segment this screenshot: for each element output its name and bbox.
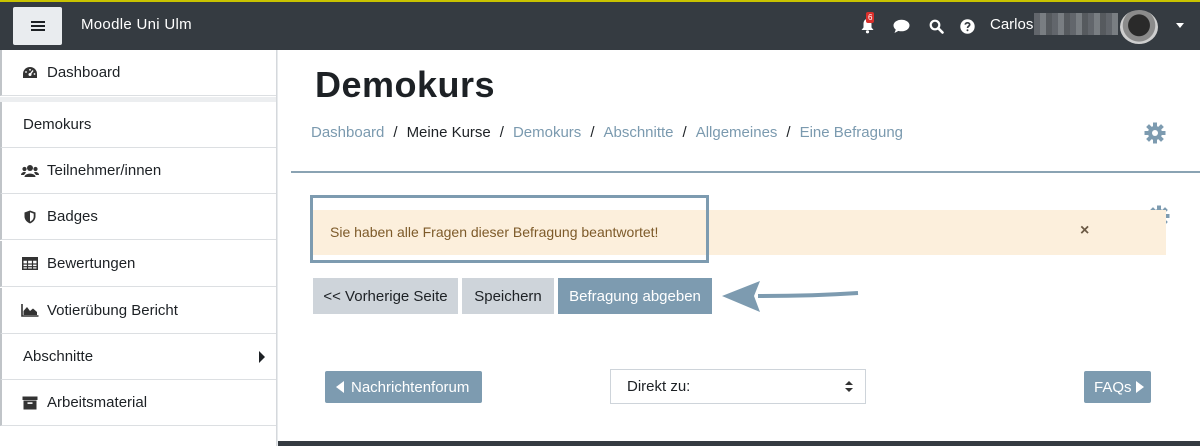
top-navbar: Moodle Uni Ulm 6 Carlos bbox=[0, 0, 1200, 50]
save-button[interactable]: Speichern bbox=[462, 278, 554, 314]
sidebar: Dashboard Demokurs Teilnehmer/innen Badg… bbox=[0, 50, 277, 446]
breadcrumb-separator: / bbox=[786, 124, 791, 141]
annotation-highlight-box bbox=[310, 195, 709, 263]
breadcrumb-separator: / bbox=[682, 124, 687, 141]
archive-icon bbox=[21, 395, 39, 411]
dashboard-icon bbox=[21, 65, 39, 81]
sidebar-item-label: Badges bbox=[47, 208, 98, 225]
sidebar-item-participants[interactable]: Teilnehmer/innen bbox=[0, 148, 276, 194]
jump-to-select[interactable]: Direkt zu: bbox=[610, 369, 866, 404]
breadcrumb-dashboard[interactable]: Dashboard bbox=[311, 124, 384, 141]
avatar[interactable] bbox=[1120, 10, 1158, 44]
sidebar-item-badges[interactable]: Badges bbox=[0, 194, 276, 240]
select-arrows-icon bbox=[845, 381, 853, 393]
table-icon bbox=[21, 256, 39, 272]
previous-page-button[interactable]: << Vorherige Seite bbox=[313, 278, 458, 314]
sidebar-item-label: Bewertungen bbox=[47, 255, 136, 272]
chevron-right-icon bbox=[1135, 381, 1144, 393]
site-brand[interactable]: Moodle Uni Ulm bbox=[81, 16, 192, 33]
breadcrumb-separator: / bbox=[499, 124, 504, 141]
users-icon bbox=[21, 163, 39, 179]
jump-to-value: Direkt zu: bbox=[627, 378, 691, 395]
sidebar-item-label: Arbeitsmaterial bbox=[47, 394, 148, 411]
breadcrumb-sections[interactable]: Abschnitte bbox=[603, 124, 673, 141]
next-activity-label: FAQs bbox=[1094, 378, 1132, 396]
footer-strip bbox=[278, 441, 1200, 446]
sidebar-item-resources[interactable]: Arbeitsmaterial bbox=[0, 380, 276, 426]
menu-icon bbox=[30, 21, 45, 31]
header-divider bbox=[291, 171, 1200, 173]
main-content: Demokurs Dashboard / Meine Kurse / Demokurs /… bbox=[278, 50, 1200, 446]
search-icon[interactable] bbox=[927, 17, 945, 35]
help-icon[interactable] bbox=[958, 17, 976, 35]
breadcrumb-separator: / bbox=[393, 124, 398, 141]
sidebar-item-label: Abschnitte bbox=[23, 348, 94, 365]
breadcrumb-survey[interactable]: Eine Befragung bbox=[800, 124, 903, 141]
sidebar-item-label: Dashboard bbox=[47, 64, 121, 81]
breadcrumb-general[interactable]: Allgemeines bbox=[696, 124, 778, 141]
breadcrumb-demokurs[interactable]: Demokurs bbox=[513, 124, 581, 141]
submit-survey-button[interactable]: Befragung abgeben bbox=[558, 278, 712, 314]
sidebar-item-dashboard[interactable]: Dashboard bbox=[0, 50, 276, 96]
chevron-right-icon bbox=[259, 351, 265, 363]
chevron-left-icon bbox=[336, 381, 344, 393]
page-title: Demokurs bbox=[315, 64, 496, 105]
next-activity-button[interactable]: FAQs bbox=[1084, 371, 1151, 403]
sidebar-item-label: Teilnehmer/innen bbox=[47, 162, 162, 179]
breadcrumb: Dashboard / Meine Kurse / Demokurs / Abschnitt… bbox=[311, 124, 903, 141]
sidebar-item-sections[interactable]: Abschnitte bbox=[0, 334, 276, 380]
user-name[interactable]: Carlos bbox=[990, 16, 1033, 33]
sidebar-item-votier-report[interactable]: Votierübung Bericht bbox=[0, 288, 276, 334]
shield-icon bbox=[21, 209, 39, 225]
prev-activity-button[interactable]: Nachrichtenforum bbox=[325, 371, 482, 403]
sidebar-item-grades[interactable]: Bewertungen bbox=[0, 241, 276, 287]
breadcrumb-separator: / bbox=[590, 124, 595, 141]
sidebar-item-label: Demokurs bbox=[23, 116, 92, 133]
chat-icon[interactable] bbox=[892, 17, 910, 35]
breadcrumb-my-courses: Meine Kurse bbox=[406, 124, 491, 141]
area-chart-icon bbox=[21, 303, 39, 319]
prev-activity-label: Nachrichtenforum bbox=[351, 378, 470, 396]
redacted-name bbox=[1034, 13, 1118, 35]
chevron-down-icon[interactable] bbox=[1176, 23, 1184, 28]
close-icon[interactable]: × bbox=[1080, 222, 1089, 240]
notification-badge: 6 bbox=[866, 12, 875, 23]
sidebar-item-label: Votierübung Bericht bbox=[47, 302, 178, 319]
sidebar-item-demokurs[interactable]: Demokurs bbox=[0, 102, 276, 148]
annotation-arrow-icon bbox=[722, 281, 859, 312]
menu-toggle-button[interactable] bbox=[13, 7, 62, 45]
course-settings-gear-icon[interactable] bbox=[1144, 122, 1166, 144]
